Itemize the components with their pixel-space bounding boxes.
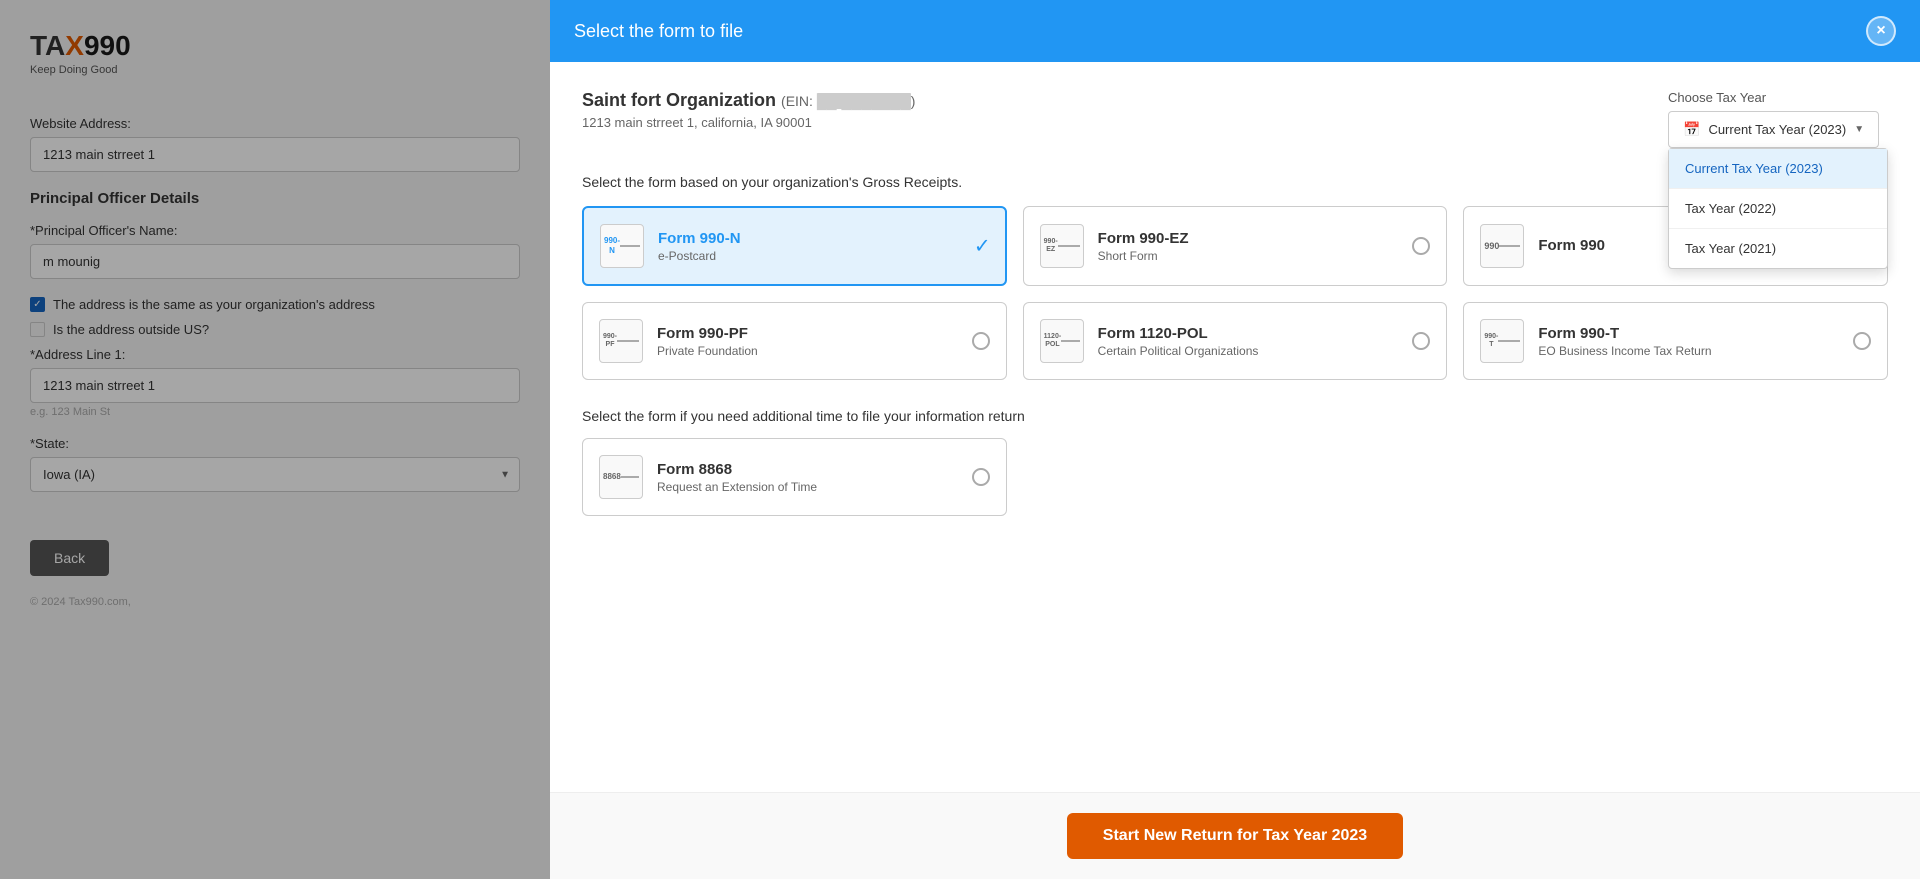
- form-radio-1120pol[interactable]: [1412, 332, 1430, 350]
- form-radio-990pf[interactable]: [972, 332, 990, 350]
- form-desc-990ez: Short Form: [1098, 249, 1399, 263]
- form-desc-990pf: Private Foundation: [657, 344, 958, 358]
- extension-cards-grid: 8868 Form 8868 Request an Extension of T…: [582, 438, 1888, 516]
- form-info-1120pol: Form 1120-POL Certain Political Organiza…: [1098, 325, 1399, 358]
- form-card-990pf[interactable]: 990-PF Form 990-PF Private Foundation: [582, 302, 1007, 380]
- modal-body: Saint fort Organization (EIN: ██-███████…: [550, 62, 1920, 792]
- tax-year-option-2021[interactable]: Tax Year (2021): [1669, 229, 1887, 268]
- form-card-990t[interactable]: 990-T Form 990-T EO Business Income Tax …: [1463, 302, 1888, 380]
- form-radio-990ez[interactable]: [1412, 237, 1430, 255]
- form-name-990n: Form 990-N: [658, 230, 989, 247]
- form-info-8868: Form 8868 Request an Extension of Time: [657, 461, 958, 494]
- extension-section-title: Select the form if you need additional t…: [582, 408, 1888, 424]
- form-radio-8868[interactable]: [972, 468, 990, 486]
- form-desc-990t: EO Business Income Tax Return: [1538, 344, 1839, 358]
- form-info-990ez: Form 990-EZ Short Form: [1098, 230, 1399, 263]
- org-ein: (EIN: ██-███████): [781, 93, 915, 109]
- overlay-dim: [0, 0, 550, 879]
- form-desc-1120pol: Certain Political Organizations: [1098, 344, 1399, 358]
- form-info-990t: Form 990-T EO Business Income Tax Return: [1538, 325, 1839, 358]
- tax-year-dropdown-menu: Current Tax Year (2023) Tax Year (2022) …: [1668, 148, 1888, 269]
- form-icon-990pf: 990-PF: [599, 319, 643, 363]
- tax-year-dropdown[interactable]: 📅 Current Tax Year (2023) ▼ Current Tax …: [1668, 111, 1879, 148]
- dropdown-arrow-icon: ▼: [1854, 124, 1864, 135]
- form-name-1120pol: Form 1120-POL: [1098, 325, 1399, 342]
- form-name-8868: Form 8868: [657, 461, 958, 478]
- org-info: Saint fort Organization (EIN: ██-███████…: [582, 90, 915, 130]
- calendar-icon: 📅: [1683, 121, 1700, 138]
- form-card-990ez[interactable]: 990-EZ Form 990-EZ Short Form: [1023, 206, 1448, 286]
- modal-footer: Start New Return for Tax Year 2023: [550, 792, 1920, 879]
- form-radio-990t[interactable]: [1853, 332, 1871, 350]
- form-info-990n: Form 990-N e-Postcard: [658, 230, 989, 263]
- form-name-990pf: Form 990-PF: [657, 325, 958, 342]
- form-card-8868[interactable]: 8868 Form 8868 Request an Extension of T…: [582, 438, 1007, 516]
- org-name: Saint fort Organization (EIN: ██-███████…: [582, 90, 915, 111]
- form-card-1120pol[interactable]: 1120-POL Form 1120-POL Certain Political…: [1023, 302, 1448, 380]
- tax-year-option-2022[interactable]: Tax Year (2022): [1669, 189, 1887, 229]
- org-address: 1213 main strreet 1, california, IA 9000…: [582, 115, 915, 130]
- form-icon-990t: 990-T: [1480, 319, 1524, 363]
- form-icon-8868: 8868: [599, 455, 643, 499]
- modal-close-button[interactable]: ×: [1866, 16, 1896, 46]
- form-name-990t: Form 990-T: [1538, 325, 1839, 342]
- form-icon-990ez: 990-EZ: [1040, 224, 1084, 268]
- tax-year-label: Choose Tax Year: [1668, 90, 1888, 105]
- tax-year-selector: Choose Tax Year 📅 Current Tax Year (2023…: [1668, 90, 1888, 148]
- modal: Select the form to file × Saint fort Org…: [550, 0, 1920, 879]
- form-info-990pf: Form 990-PF Private Foundation: [657, 325, 958, 358]
- form-icon-1120pol: 1120-POL: [1040, 319, 1084, 363]
- tax-year-option-2023[interactable]: Current Tax Year (2023): [1669, 149, 1887, 189]
- tax-year-current-label: Current Tax Year (2023): [1708, 122, 1846, 137]
- form-desc-8868: Request an Extension of Time: [657, 480, 958, 494]
- form-icon-990n: 990-N: [600, 224, 644, 268]
- start-return-button[interactable]: Start New Return for Tax Year 2023: [1067, 813, 1403, 859]
- modal-header: Select the form to file ×: [550, 0, 1920, 62]
- form-icon-990: 990: [1480, 224, 1524, 268]
- tax-year-button[interactable]: 📅 Current Tax Year (2023) ▼: [1668, 111, 1879, 148]
- form-desc-990n: e-Postcard: [658, 249, 989, 263]
- modal-title: Select the form to file: [574, 21, 743, 42]
- form-name-990ez: Form 990-EZ: [1098, 230, 1399, 247]
- selected-checkmark-icon: ✓: [974, 234, 991, 259]
- form-card-990n[interactable]: 990-N Form 990-N e-Postcard ✓: [582, 206, 1007, 286]
